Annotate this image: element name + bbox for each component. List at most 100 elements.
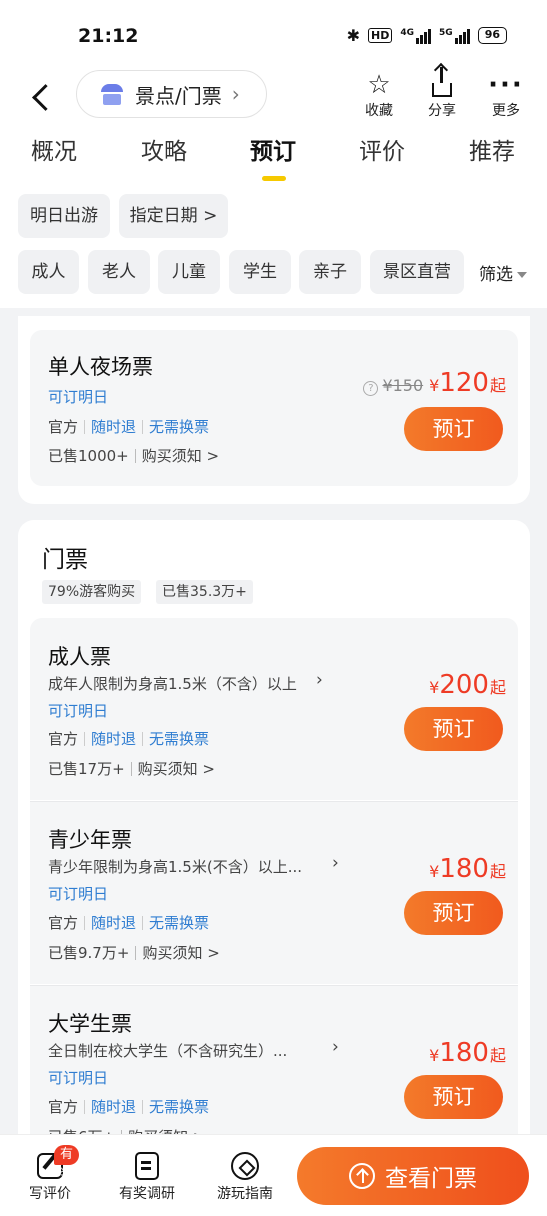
reward-badge: 有奖 — [54, 1145, 80, 1182]
tag-official: 官方 — [48, 1098, 79, 1116]
triangle-down-icon — [517, 272, 527, 278]
tab-overview[interactable]: 概况 — [31, 132, 77, 166]
guide-label: 游玩指南 — [217, 1186, 273, 1202]
filter-direct[interactable]: 景区直营 — [370, 250, 464, 294]
tag-official: 官方 — [48, 914, 79, 932]
signal-4g-icon: 4G — [400, 28, 432, 44]
more-label: 更多 — [492, 103, 520, 119]
price-value: 180 — [439, 854, 489, 884]
book-button[interactable]: 预订 — [404, 891, 503, 935]
ticket-availability: 可订明日 — [48, 702, 109, 720]
ticket-price: ¥180 起 — [429, 1038, 506, 1068]
survey-button[interactable]: 有奖调研 — [114, 1149, 180, 1203]
tag-no-exchange: 无需换票 — [149, 418, 210, 436]
ticket-tags: 官方 随时退 无需换票 — [48, 912, 209, 933]
status-icons: ✱ HD 4G 5G 96 — [347, 26, 507, 45]
filter-pick-date[interactable]: 指定日期 > — [119, 194, 228, 238]
ticket-price: ¥180 起 — [429, 854, 506, 884]
book-button[interactable]: 预订 — [404, 1075, 503, 1119]
filter-tomorrow[interactable]: 明日出游 — [18, 194, 110, 238]
ticket-college[interactable]: 大学生票 全日制在校大学生（不含研究生）... › 可订明日 官方 随时退 无需… — [30, 985, 518, 1146]
stat-tag-sold: 已售35.3万+ — [156, 580, 253, 604]
tag-official: 官方 — [48, 418, 79, 436]
filter-area: 明日出游 指定日期 > 成人 老人 儿童 学生 亲子 景区直营 筛选 — [0, 184, 547, 308]
filter-child[interactable]: 儿童 — [158, 250, 220, 294]
share-label: 分享 — [428, 103, 456, 119]
signal-5g-icon: 5G — [439, 28, 470, 44]
write-review-label: 写评价 — [29, 1186, 71, 1202]
filter-more-button[interactable]: 筛选 — [479, 260, 527, 285]
chevron-right-icon[interactable]: › — [332, 1037, 339, 1057]
more-button[interactable]: ··· 更多 — [484, 70, 528, 120]
purchase-notice-link[interactable]: 购买须知 > — [142, 942, 219, 963]
original-price: ¥150 — [382, 376, 424, 395]
status-time: 21:12 — [78, 25, 139, 47]
ticket-sales: 已售9.7万+ 购买须知 > — [48, 942, 220, 963]
survey-icon — [135, 1152, 159, 1180]
survey-label: 有奖调研 — [119, 1186, 175, 1202]
stat-tag-percentage: 79%游客购买 — [42, 580, 142, 604]
price-value: 180 — [439, 1038, 489, 1068]
ticket-sales: 已售1000+ 购买须知 > — [48, 445, 219, 466]
ticket-name: 单人夜场票 — [48, 355, 153, 379]
chevron-right-icon[interactable]: › — [332, 853, 339, 873]
ticket-tags: 官方 随时退 无需换票 — [48, 1096, 209, 1117]
header: 景点/门票 › ☆ 收藏 分享 ··· 更多 — [0, 67, 547, 124]
location-label: 景点/门票 — [135, 83, 222, 108]
filter-adult[interactable]: 成人 — [18, 250, 79, 294]
tag-no-exchange: 无需换票 — [149, 730, 210, 748]
help-icon[interactable]: ? — [363, 381, 379, 396]
price-value: 200 — [439, 670, 489, 700]
ticket-price: ¥200 起 — [429, 670, 506, 700]
tab-recommend[interactable]: 推荐 — [469, 132, 515, 166]
ticket-desc: 青少年限制为身高1.5米(不含）以上... — [48, 858, 303, 876]
ticket-youth[interactable]: 青少年票 青少年限制为身高1.5米(不含）以上... › 可订明日 官方 随时退… — [30, 801, 518, 984]
sold-count: 已售9.7万+ — [48, 944, 130, 962]
active-tab-indicator — [262, 176, 286, 181]
purchase-notice-link[interactable]: 购买须知 > — [142, 445, 219, 466]
filter-more-label: 筛选 — [479, 265, 513, 285]
tag-refund: 随时退 — [91, 914, 137, 932]
filter-senior[interactable]: 老人 — [88, 250, 150, 294]
tab-guide[interactable]: 攻略 — [141, 132, 187, 166]
tag-no-exchange: 无需换票 — [149, 1098, 210, 1116]
arrow-up-icon — [349, 1163, 375, 1189]
book-button[interactable]: 预订 — [404, 407, 503, 451]
ticket-availability: 可订明日 — [48, 388, 109, 406]
purchase-notice-link[interactable]: 购买须知 > — [138, 758, 215, 779]
filter-student[interactable]: 学生 — [229, 250, 291, 294]
view-tickets-button[interactable]: 查看门票 — [297, 1147, 529, 1205]
tag-official: 官方 — [48, 730, 79, 748]
temple-icon — [99, 82, 125, 106]
tag-refund: 随时退 — [91, 1098, 137, 1116]
tag-refund: 随时退 — [91, 730, 137, 748]
tag-refund: 随时退 — [91, 418, 137, 436]
ticket-desc: 成年人限制为身高1.5米（不含）以上 — [48, 675, 297, 693]
tab-booking[interactable]: 预订 — [250, 132, 296, 166]
chevron-right-icon[interactable]: › — [316, 670, 323, 690]
compass-icon — [231, 1152, 259, 1180]
book-button[interactable]: 预订 — [404, 707, 503, 751]
location-pill[interactable]: 景点/门票 › — [76, 70, 267, 118]
favorite-button[interactable]: ☆ 收藏 — [357, 70, 401, 120]
share-icon — [432, 67, 452, 97]
back-button[interactable] — [28, 78, 58, 114]
ticket-name: 成人票 — [48, 645, 111, 669]
write-review-button[interactable]: 写评价 有奖 — [22, 1145, 80, 1203]
tab-reviews[interactable]: 评价 — [359, 132, 405, 166]
bluetooth-icon: ✱ — [346, 26, 361, 45]
ticket-tags: 官方 随时退 无需换票 — [48, 416, 209, 437]
hd-icon: HD — [368, 28, 393, 43]
ticket-adult[interactable]: 成人票 成年人限制为身高1.5米（不含）以上 › 可订明日 官方 随时退 无需换… — [30, 618, 518, 800]
night-ticket[interactable]: 单人夜场票 可订明日 官方 随时退 无需换票 已售1000+ 购买须知 > ? … — [30, 330, 518, 486]
guide-button[interactable]: 游玩指南 — [212, 1149, 278, 1203]
star-icon: ☆ — [367, 70, 391, 100]
tag-no-exchange: 无需换票 — [149, 914, 210, 932]
sold-count: 已售1000+ — [48, 447, 129, 465]
battery-icon: 96 — [477, 27, 507, 44]
bottom-bar: 写评价 有奖 有奖调研 游玩指南 查看门票 — [0, 1134, 547, 1216]
ticket-tags: 官方 随时退 无需换票 — [48, 728, 209, 749]
filter-family[interactable]: 亲子 — [299, 250, 361, 294]
share-button[interactable]: 分享 — [420, 67, 464, 120]
chevron-right-icon: › — [231, 82, 240, 106]
